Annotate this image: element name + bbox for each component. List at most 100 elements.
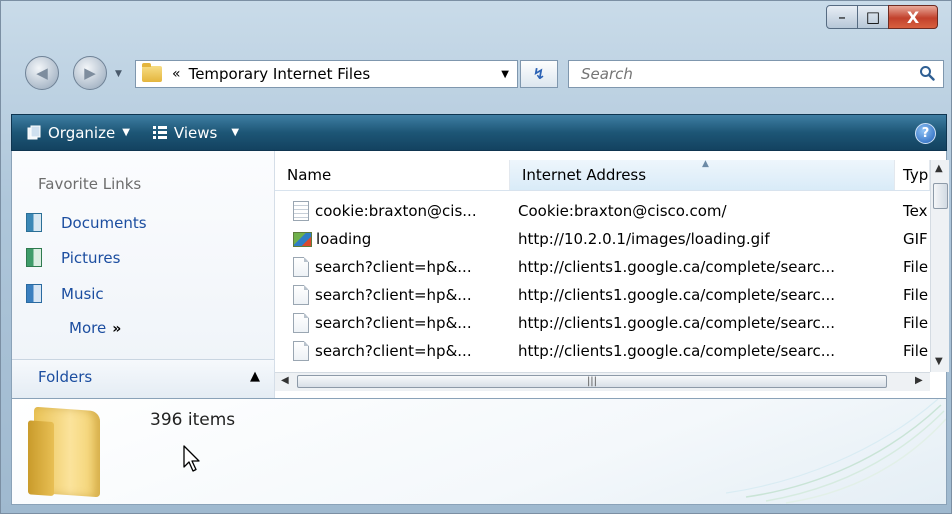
file-address: http://clients1.google.ca/complete/searc…	[518, 314, 836, 332]
file-name: search?client=hp&...	[315, 342, 472, 360]
file-address: http://clients1.google.ca/complete/searc…	[518, 286, 836, 304]
organize-label: Organize	[48, 123, 116, 142]
address-dropdown-icon[interactable]: ▼	[501, 69, 509, 80]
file-list: Name ▲ Internet Address Typ cookie:braxt…	[275, 151, 930, 398]
file-icon	[293, 285, 309, 305]
organize-dropdown-icon: ▼	[122, 127, 130, 138]
views-menu-button[interactable]: Views ▼	[152, 124, 239, 142]
file-icon	[293, 257, 309, 277]
file-type: File	[903, 286, 929, 304]
table-row[interactable]: loading http://10.2.0.1/images/loading.g…	[275, 225, 930, 253]
refresh-button[interactable]: ↯	[520, 60, 558, 88]
favorite-link-label: Documents	[61, 213, 147, 232]
pictures-icon	[26, 248, 42, 267]
table-row[interactable]: search?client=hp&... http://clients1.goo…	[275, 337, 930, 365]
file-type: File	[903, 258, 929, 276]
file-type: File	[903, 342, 929, 360]
mouse-pointer-icon	[183, 445, 200, 472]
close-icon: X	[906, 7, 920, 27]
favorite-link-label: Music	[61, 284, 104, 303]
details-pane: 396 items	[11, 398, 947, 505]
back-arrow-icon: ◀	[36, 64, 48, 82]
help-icon: ?	[921, 126, 930, 141]
vertical-scrollbar[interactable]: ▲ ▼	[930, 160, 949, 372]
text-file-icon	[293, 201, 309, 221]
navigation-pane: Favorite Links Documents Pictures Music …	[12, 151, 275, 399]
favorite-link-label: Pictures	[61, 248, 121, 267]
music-icon	[26, 284, 42, 303]
decorative-swoosh-graphic	[726, 399, 946, 504]
back-button[interactable]: ◀	[25, 56, 59, 90]
scroll-right-arrow-icon[interactable]: ▶	[915, 375, 923, 386]
folder-icon	[142, 63, 162, 82]
more-chevron-icon: »	[112, 321, 122, 337]
help-button[interactable]: ?	[915, 123, 936, 144]
file-icon	[293, 313, 309, 333]
file-address: Cookie:braxton@cisco.com/	[518, 202, 727, 220]
file-address: http://clients1.google.ca/complete/searc…	[518, 258, 836, 276]
caption-buttons: – □ X	[826, 5, 938, 29]
file-address: http://10.2.0.1/images/loading.gif	[518, 230, 770, 248]
documents-icon	[26, 213, 42, 232]
column-header-row: Name ▲ Internet Address Typ	[275, 160, 930, 191]
breadcrumb-current-folder[interactable]: Temporary Internet Files	[189, 65, 371, 83]
more-links-button[interactable]: More »	[69, 319, 121, 337]
table-row[interactable]: search?client=hp&... http://clients1.goo…	[275, 281, 930, 309]
favorite-link-pictures[interactable]: Pictures	[26, 248, 120, 267]
horizontal-scroll-thumb[interactable]: |||	[297, 375, 887, 388]
file-name: search?client=hp&...	[315, 258, 472, 276]
file-name: search?client=hp&...	[315, 314, 472, 332]
column-header-label: Name	[287, 166, 332, 184]
scroll-up-arrow-icon[interactable]: ▲	[935, 163, 943, 174]
favorite-link-music[interactable]: Music	[26, 284, 104, 303]
close-button[interactable]: X	[888, 5, 938, 29]
folders-toggle-bar[interactable]: Folders ▲	[12, 359, 274, 399]
column-header-name[interactable]: Name	[275, 160, 510, 190]
more-label: More	[69, 319, 107, 337]
views-dropdown-icon: ▼	[231, 127, 240, 138]
file-type: GIF	[903, 230, 928, 248]
grip-icon: |||	[586, 376, 598, 387]
folders-label: Folders	[38, 368, 93, 386]
table-row[interactable]: search?client=hp&... http://clients1.goo…	[275, 253, 930, 281]
organize-icon	[27, 125, 41, 139]
maximize-button[interactable]: □	[857, 5, 889, 29]
address-bar[interactable]: « Temporary Internet Files ▼	[135, 60, 518, 88]
file-name: search?client=hp&...	[315, 286, 472, 304]
search-box[interactable]	[568, 60, 944, 88]
minimize-icon: –	[838, 8, 846, 26]
column-header-label: Internet Address	[522, 166, 647, 184]
explorer-window: – □ X ◀ ▶ ▼ « Temporary Internet Files ▼…	[0, 0, 952, 514]
table-row[interactable]: search?client=hp&... http://clients1.goo…	[275, 309, 930, 337]
views-label: Views	[173, 123, 218, 142]
maximize-icon: □	[865, 8, 881, 26]
column-header-label: Typ	[903, 166, 929, 184]
minimize-button[interactable]: –	[826, 5, 858, 29]
forward-arrow-icon: ▶	[84, 64, 96, 82]
forward-button[interactable]: ▶	[73, 56, 107, 90]
image-file-icon	[293, 231, 312, 247]
search-input[interactable]	[579, 64, 903, 84]
favorite-links-heading: Favorite Links	[38, 175, 142, 193]
views-icon	[152, 126, 167, 139]
file-type: File	[903, 314, 929, 332]
sort-ascending-icon: ▲	[702, 160, 709, 169]
refresh-icon: ↯	[532, 65, 546, 83]
chevron-up-icon[interactable]: ▲	[250, 369, 260, 384]
scroll-down-arrow-icon[interactable]: ▼	[935, 356, 943, 367]
vertical-scroll-thumb[interactable]	[933, 183, 948, 209]
file-icon	[293, 341, 309, 361]
table-row[interactable]: cookie:braxton@cis... Cookie:braxton@cis…	[275, 197, 930, 225]
horizontal-scrollbar[interactable]: ◀ ||| ▶	[275, 372, 930, 391]
favorite-link-documents[interactable]: Documents	[26, 213, 147, 232]
command-bar: Organize ▼ Views ▼ ?	[11, 114, 947, 151]
content-area: Favorite Links Documents Pictures Music …	[11, 151, 949, 399]
recent-pages-dropdown[interactable]: ▼	[115, 69, 122, 79]
organize-menu-button[interactable]: Organize ▼	[26, 124, 130, 142]
item-count: 396 items	[150, 410, 236, 430]
column-header-internet-address[interactable]: ▲ Internet Address	[510, 160, 895, 190]
search-icon[interactable]	[919, 65, 935, 81]
breadcrumb-overflow-button[interactable]: «	[172, 66, 181, 82]
scroll-left-arrow-icon[interactable]: ◀	[281, 375, 289, 386]
column-header-type[interactable]: Typ	[895, 160, 930, 190]
